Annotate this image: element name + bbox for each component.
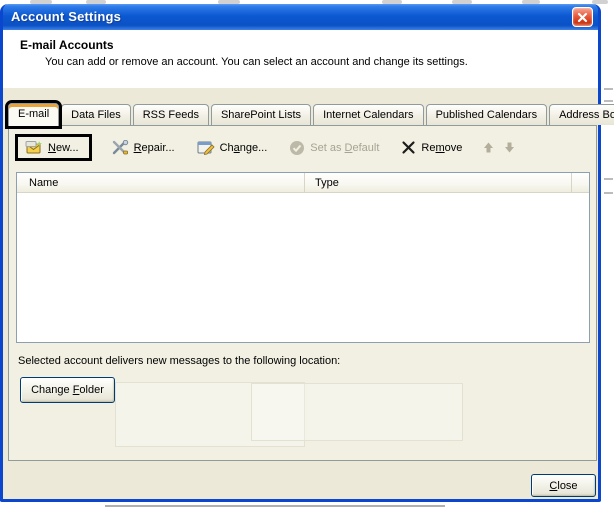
set-as-default-button[interactable]: Set as Default [283, 137, 385, 159]
move-down-icon [505, 142, 515, 153]
repair-account-label: Repair... [133, 141, 175, 154]
repair-icon [112, 140, 128, 155]
tab-data-files[interactable]: Data Files [61, 104, 131, 125]
window-title: Account Settings [11, 8, 122, 24]
set-default-icon [290, 140, 305, 155]
page-title: E-mail Accounts [20, 38, 114, 52]
set-as-default-label: Set as Default [310, 141, 380, 154]
remove-account-label: Remove [421, 141, 463, 154]
repair-account-button[interactable]: Repair... [106, 137, 181, 158]
list-body[interactable] [17, 193, 589, 342]
new-account-label: New... [48, 141, 79, 154]
accounts-toolbar: New... Repair... Change... Set as Defaul… [15, 134, 520, 161]
tab-address-books[interactable]: Address Books [549, 104, 614, 125]
move-up-icon [484, 142, 494, 153]
tab-strip: E-mail Data Files RSS Feeds SharePoint L… [4, 100, 614, 129]
list-header: Name Type [17, 173, 589, 193]
close-icon [577, 12, 588, 22]
remove-account-button[interactable]: Remove [395, 137, 468, 158]
close-button[interactable]: Close [531, 474, 596, 497]
background-artifact [604, 88, 613, 90]
remove-icon [402, 141, 416, 154]
account-settings-dialog: Account Settings E-mail Accounts You can… [0, 4, 614, 502]
tab-published-calendars[interactable]: Published Calendars [425, 104, 548, 125]
change-icon [197, 141, 215, 155]
column-header-type[interactable]: Type [304, 173, 571, 192]
background-artifact [604, 192, 613, 194]
email-tab-page: New... Repair... Change... Set as Defaul… [8, 125, 597, 461]
change-folder-button[interactable]: Change Folder [20, 377, 115, 403]
dialog-header: E-mail Accounts You can add or remove an… [3, 30, 598, 88]
new-account-icon [25, 141, 42, 154]
column-header-name[interactable]: Name [17, 177, 304, 189]
change-account-button[interactable]: Change... [191, 137, 274, 158]
move-down-button[interactable] [499, 138, 520, 157]
move-up-button[interactable] [478, 138, 499, 157]
page-subtitle: You can add or remove an account. You ca… [45, 56, 468, 68]
background-artifact [105, 505, 445, 507]
tab-internet-calendars[interactable]: Internet Calendars [313, 104, 424, 125]
tab-sharepoint-lists[interactable]: SharePoint Lists [210, 104, 312, 125]
new-account-button[interactable]: New... [15, 134, 92, 161]
background-artifact [604, 178, 613, 180]
accounts-list[interactable]: Name Type [16, 172, 590, 343]
titlebar[interactable]: Account Settings [3, 4, 598, 30]
delivery-location-text: Selected account delivers new messages t… [18, 355, 341, 367]
tab-rss-feeds[interactable]: RSS Feeds [132, 104, 209, 125]
tab-email[interactable]: E-mail [4, 100, 63, 129]
close-window-button[interactable] [572, 7, 593, 27]
change-account-label: Change... [219, 141, 268, 154]
column-header-spacer [571, 173, 589, 192]
delivery-ghost-box [251, 383, 463, 441]
dialog-body: E-mail Data Files RSS Feeds SharePoint L… [3, 88, 614, 499]
